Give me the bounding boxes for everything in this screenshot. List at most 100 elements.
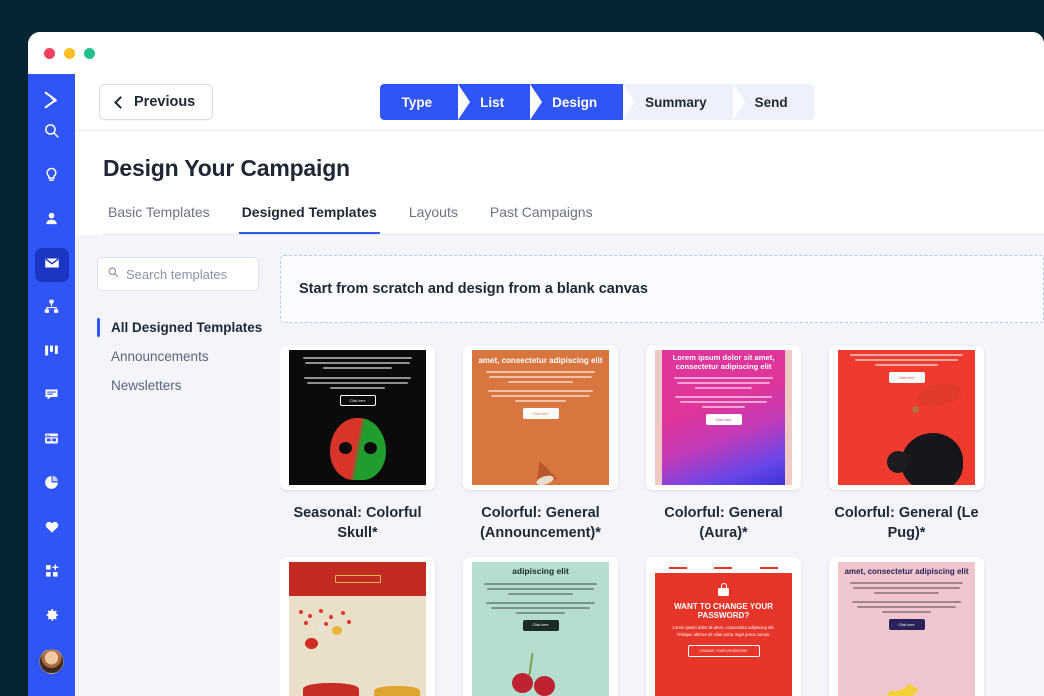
- pie-chart-icon: [43, 474, 60, 496]
- chevron-left-icon: [114, 95, 127, 109]
- wizard-step-design[interactable]: Design: [530, 84, 635, 120]
- sidebar-item-ideas[interactable]: [35, 160, 69, 194]
- previous-button[interactable]: Previous: [99, 84, 214, 120]
- wizard-step-type[interactable]: Type: [379, 84, 469, 120]
- wizard-step-label: Summary: [645, 94, 707, 110]
- template-card[interactable]: WANT TO CHANGE YOUR PASSWORD? Lorem ipsu…: [646, 557, 801, 696]
- sidebar-item-conversations[interactable]: [35, 380, 69, 414]
- tab-basic-templates[interactable]: Basic Templates: [105, 204, 213, 234]
- template-card[interactable]: Click here Seasonal: Colorful Skull*: [280, 345, 435, 543]
- template-heading: WANT TO CHANGE YOUR PASSWORD?: [674, 602, 773, 621]
- primary-nav-rail: [28, 74, 75, 696]
- template-name: Colorful: General (Announcement)*: [480, 505, 601, 541]
- lock-icon: [718, 583, 729, 596]
- wizard-step-label: Type: [401, 94, 433, 110]
- template-thumbnail[interactable]: adipiscing elit Click here: [463, 557, 618, 696]
- template-card[interactable]: amet, consectetur adipiscing elit Click …: [829, 557, 984, 696]
- category-newsletters[interactable]: Newsletters: [97, 371, 280, 400]
- template-thumbnail[interactable]: Lorem ipsum dolor sit amet, consectetur …: [646, 345, 801, 490]
- sidebar-item-favorites[interactable]: [35, 512, 69, 546]
- template-name: Colorful: General (Aura)*: [664, 505, 783, 541]
- campaign-topbar: Previous Type List Design Summary Send: [75, 74, 1044, 131]
- template-art-skull: Click here: [289, 350, 426, 485]
- wizard-step-label: List: [480, 94, 505, 110]
- template-heading: amet, consectetur adipiscing elit: [478, 356, 603, 365]
- template-cta-label: Click here: [888, 372, 925, 383]
- sidebar-item-apps[interactable]: [35, 556, 69, 590]
- template-heading: amet, consectetur adipiscing elit: [844, 567, 969, 576]
- tab-past-campaigns[interactable]: Past Campaigns: [487, 204, 596, 234]
- start-from-scratch-label: Start from scratch and design from a bla…: [299, 281, 648, 297]
- envelope-icon: [43, 254, 61, 277]
- template-source-tabs: Basic Templates Designed Templates Layou…: [103, 204, 1044, 235]
- search-icon: [43, 122, 60, 144]
- wizard-step-send[interactable]: Send: [732, 84, 814, 120]
- search-icon: [107, 265, 119, 283]
- template-card[interactable]: Lorem ipsum dolor sit amet, consectetur …: [646, 345, 801, 543]
- tab-layouts[interactable]: Layouts: [406, 204, 461, 234]
- search-input[interactable]: Search templates: [97, 257, 259, 291]
- template-art-lunar-new-year: [289, 562, 426, 696]
- wizard-step-summary[interactable]: Summary: [623, 84, 744, 120]
- avatar[interactable]: [35, 644, 69, 678]
- template-subtext: Lorem ipsum dolor sit amet, consectetur …: [672, 625, 775, 637]
- minimize-window-button[interactable]: [64, 47, 75, 59]
- category-list: All Designed Templates Announcements New…: [97, 313, 280, 400]
- maximize-window-button[interactable]: [84, 47, 95, 59]
- sidebar-item-pages[interactable]: [35, 424, 69, 458]
- template-card[interactable]: adipiscing elit Click here: [463, 557, 618, 696]
- wizard-step-list[interactable]: List: [458, 84, 542, 120]
- gear-icon: [44, 607, 60, 628]
- lightbulb-icon: [43, 166, 60, 188]
- template-thumbnail[interactable]: [280, 557, 435, 696]
- template-filters: Search templates All Designed Templates …: [75, 235, 280, 696]
- template-thumbnail[interactable]: Click here: [829, 345, 984, 490]
- template-art-le-pug: Click here: [838, 350, 975, 485]
- template-thumbnail[interactable]: WANT TO CHANGE YOUR PASSWORD? Lorem ipsu…: [646, 557, 801, 696]
- sidebar-item-campaigns[interactable]: [34, 248, 69, 282]
- conversations-icon: [43, 386, 60, 408]
- app-body: Previous Type List Design Summary Send D…: [28, 74, 1044, 696]
- previous-button-label: Previous: [134, 94, 196, 110]
- template-card[interactable]: Click here Colorful: General (Le Pug)*: [829, 345, 984, 543]
- sidebar-item-automations[interactable]: [35, 292, 69, 326]
- person-icon: [43, 210, 60, 232]
- template-heading: Lorem ipsum dolor sit amet, consectetur …: [672, 353, 775, 371]
- heart-icon: [44, 519, 60, 540]
- sidebar-item-search[interactable]: [35, 116, 69, 150]
- template-card[interactable]: [280, 557, 435, 696]
- template-cta-label: Click here: [339, 395, 376, 406]
- deals-pipeline-icon: [43, 342, 60, 364]
- template-gallery: Start from scratch and design from a bla…: [280, 235, 1044, 696]
- template-card[interactable]: amet, consectetur adipiscing elit Click …: [463, 345, 618, 543]
- template-grid: Click here Seasonal: Colorful Skull* ame…: [280, 345, 1044, 696]
- sidebar-item-reports[interactable]: [35, 468, 69, 502]
- start-from-scratch-banner[interactable]: Start from scratch and design from a bla…: [280, 255, 1044, 323]
- template-cta-label: Click here: [705, 414, 742, 426]
- sidebar-item-settings[interactable]: [35, 600, 69, 634]
- template-art-aura: Lorem ipsum dolor sit amet, consectetur …: [662, 350, 785, 485]
- wizard-step-label: Design: [552, 94, 598, 110]
- apps-add-icon: [44, 563, 60, 584]
- template-cta-label: Click here: [888, 619, 925, 631]
- browser-window: Previous Type List Design Summary Send D…: [28, 32, 1044, 696]
- rail-bottom-items: [35, 512, 69, 696]
- template-thumbnail[interactable]: Click here: [280, 345, 435, 490]
- avatar-image: [39, 648, 64, 674]
- wizard-step-label: Send: [754, 94, 788, 110]
- window-titlebar: [28, 32, 1044, 74]
- page-header: Design Your Campaign Basic Templates Des…: [75, 131, 1044, 235]
- template-cta-label: Click here: [522, 619, 559, 631]
- activecampaign-logo[interactable]: [28, 84, 75, 116]
- tab-designed-templates[interactable]: Designed Templates: [238, 204, 380, 234]
- close-window-button[interactable]: [44, 47, 55, 59]
- category-all-designed-templates[interactable]: All Designed Templates: [97, 313, 280, 342]
- template-name: Colorful: General (Le Pug)*: [834, 505, 979, 541]
- sidebar-item-contacts[interactable]: [35, 204, 69, 238]
- template-thumbnail[interactable]: amet, consectetur adipiscing elit Click …: [829, 557, 984, 696]
- category-announcements[interactable]: Announcements: [97, 342, 280, 371]
- template-thumbnail[interactable]: amet, consectetur adipiscing elit Click …: [463, 345, 618, 490]
- campaign-wizard-steps: Type List Design Summary Send: [379, 84, 814, 120]
- template-browser: Search templates All Designed Templates …: [75, 235, 1044, 696]
- sidebar-item-deals[interactable]: [35, 336, 69, 370]
